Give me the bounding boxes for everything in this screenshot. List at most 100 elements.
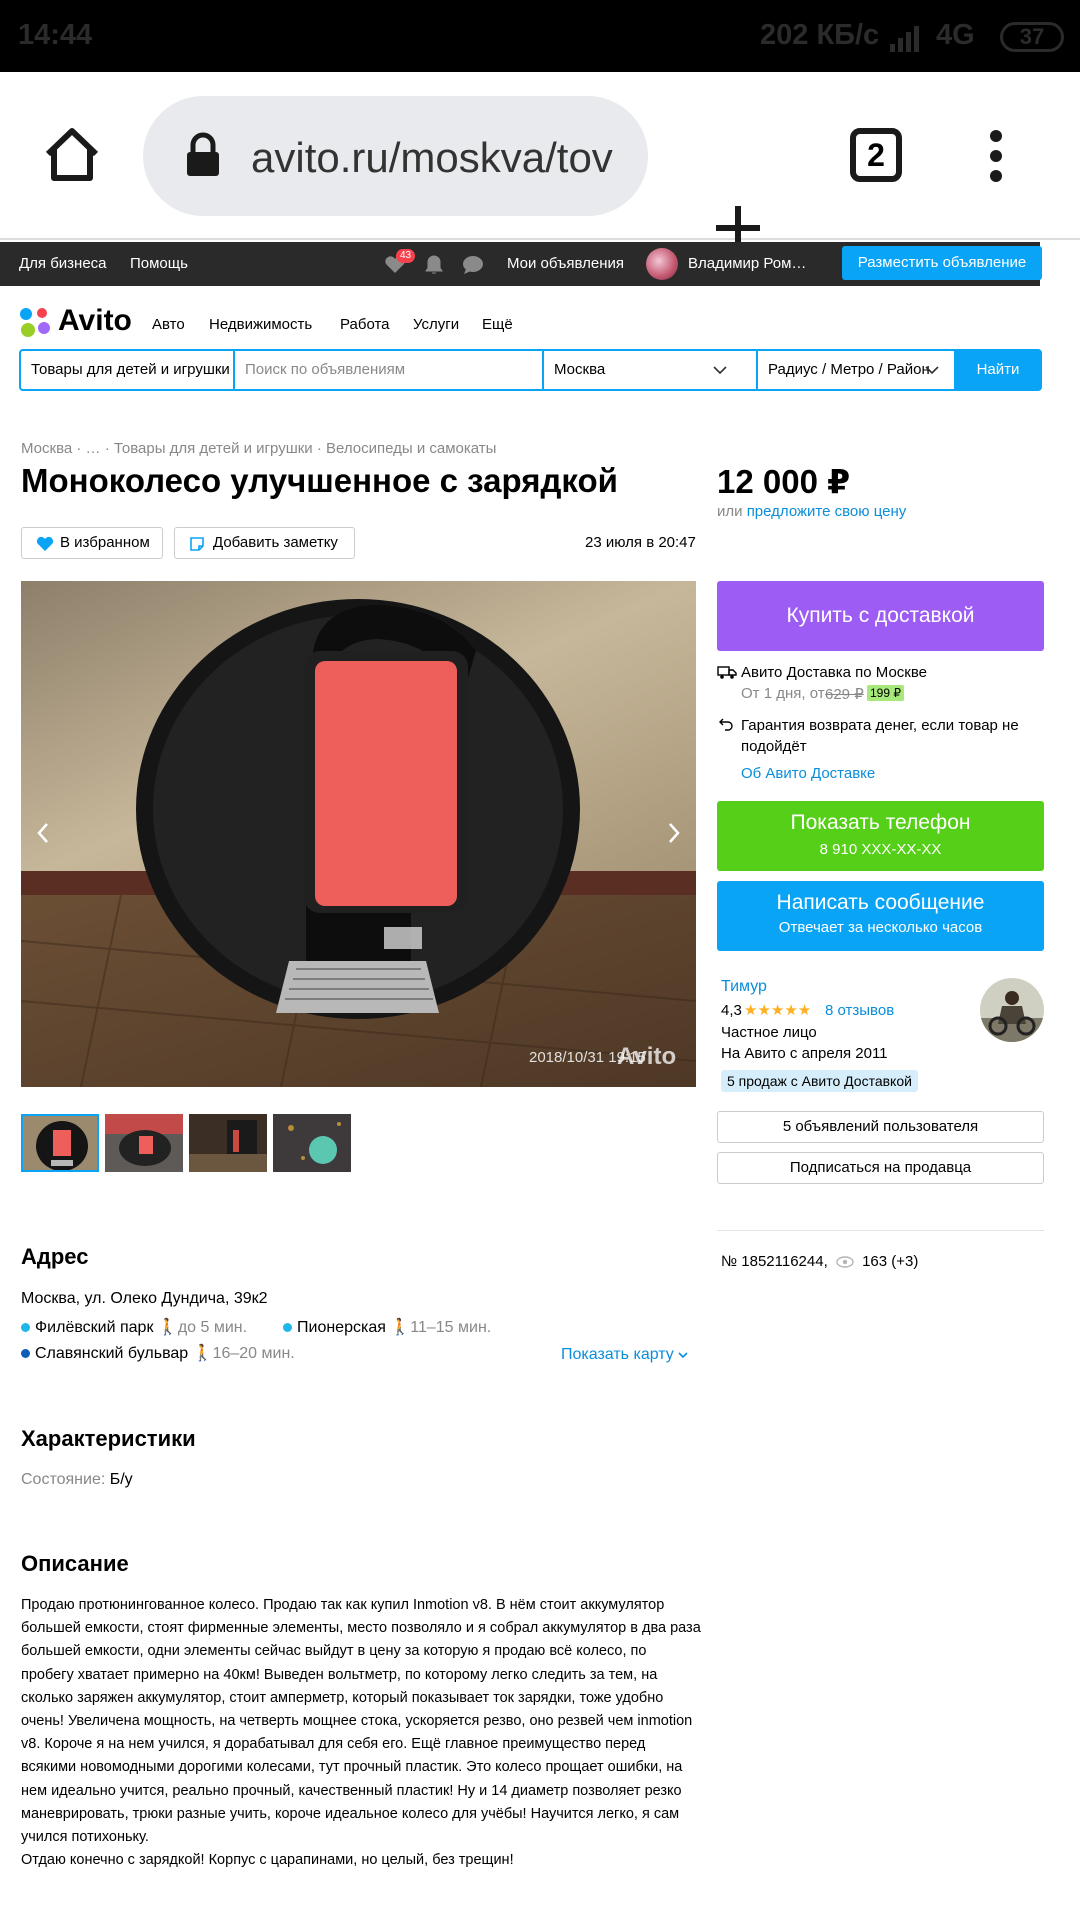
tab-switcher-button[interactable]: 2 [850,128,902,182]
seller-reviews-link[interactable]: 8 отзывов [825,1002,894,1019]
photo-thumbnail[interactable] [189,1114,267,1172]
signal-icon [890,26,919,52]
menu-icon[interactable] [984,128,1008,184]
seller-avatar[interactable] [980,978,1044,1042]
show-map-link[interactable]: Показать карту [561,1346,688,1364]
for-business-link[interactable]: Для бизнеса [19,255,107,272]
metro-time: 16–20 мин. [212,1345,295,1362]
chat-icon[interactable] [462,255,484,275]
favorites-badge: 43 [396,249,416,263]
walk-icon: 🚶 [390,1319,411,1336]
browser-toolbar: avito.ru/moskva/tov 2 [0,72,1080,250]
metro-line-dot [21,1349,30,1359]
seller-rating: 4,3 [721,1002,742,1019]
response-time: Отвечает за несколько часов [778,919,983,936]
nav-link-jobs[interactable]: Работа [340,316,390,333]
offer-price-line: или предложите свою цену [717,503,906,520]
next-photo-icon[interactable] [666,821,682,845]
add-note-label: Добавить заметку [213,534,338,551]
nav-link-auto[interactable]: Авто [152,316,185,333]
metro-station: Пионерская 🚶11–15 мин. [283,1317,491,1337]
find-button[interactable]: Найти [954,349,1042,391]
views-count: 163 (+3) [862,1253,919,1270]
breadcrumb[interactable]: Москва · … · Товары для детей и игрушки … [21,440,496,457]
delivery-new-price: 199 ₽ [867,685,904,701]
delivery-title: Авито Доставка по Москве [741,664,927,681]
description-paragraph: Продаю протюнингованное колесо. Продаю т… [21,1597,701,1846]
user-name[interactable]: Владимир Ром… [688,255,806,272]
eye-icon [836,1256,854,1268]
metro-line-dot [21,1323,30,1333]
truck-icon [717,666,737,679]
avito-logo-icon[interactable] [18,306,54,338]
chevron-down-icon [713,366,727,375]
offer-or: или [717,503,743,520]
category-select[interactable]: Товары для детей и игрушки [21,351,235,389]
spec-label: Состояние: [21,1471,106,1488]
status-time: 14:44 [18,19,93,51]
seller-name[interactable]: Тимур [721,978,767,996]
address-text: Москва, ул. Олеко Дундича, 39к2 [21,1290,268,1307]
photo-thumbnail[interactable] [105,1114,183,1172]
rating-stars-icon: ★★★★★ [744,1002,812,1019]
metro-line-dot [283,1323,292,1333]
about-delivery-link[interactable]: Об Авито Доставке [741,765,875,782]
metro-time: 11–15 мин. [410,1319,492,1336]
show-map-label: Показать карту [561,1346,674,1363]
show-phone-label: Показать телефон [790,811,971,834]
thumbnail-image [273,1114,351,1172]
guarantee-text: Гарантия возврата денег, если товар не п… [741,717,1019,755]
home-icon[interactable] [42,126,102,184]
avatar[interactable] [646,248,678,280]
search-input[interactable]: Поиск по объявлениям [235,351,544,389]
price: 12 000 ₽ [717,463,851,500]
post-ad-button[interactable]: Разместить объявление [842,246,1042,280]
thumbnail-image [105,1114,183,1172]
favorite-button[interactable]: В избранном [21,527,163,559]
thumbnail-image [189,1114,267,1172]
radius-value: Радиус / Метро / Район [768,361,930,378]
status-bar: 14:44 202 КБ/с 4G 37 [0,0,1080,72]
photo-thumbnail[interactable] [273,1114,351,1172]
buy-with-delivery-button[interactable]: Купить с доставкой [717,581,1044,651]
seller-avatar-image [980,978,1044,1042]
write-message-label: Написать сообщение [776,891,985,914]
url-bar[interactable]: avito.ru/moskva/tov [143,96,648,216]
nav-link-services[interactable]: Услуги [413,316,459,333]
avito-topbar: Для бизнеса Помощь 43 Мои объявления Вла… [0,242,1042,286]
page-title: Моноколесо улучшенное с зарядкой [21,462,618,499]
nav-link-more[interactable]: Ещё [482,316,513,333]
my-ads-link[interactable]: Мои объявления [507,255,624,272]
ad-meta: № 1852116244, 163 (+3) [721,1253,918,1270]
note-icon [190,537,204,551]
lock-icon [187,132,219,176]
search-bar: Товары для детей и игрушки Поиск по объя… [19,349,1042,391]
address-heading: Адрес [21,1244,89,1269]
spec-row: Состояние: Б/у [21,1471,133,1489]
url-text: avito.ru/moskva/tov [251,134,613,181]
avito-logo-text[interactable]: Avito [58,304,132,338]
prev-photo-icon[interactable] [35,821,51,845]
network-type: 4G [936,19,975,51]
chevron-down-icon [678,1352,688,1359]
ad-number: № 1852116244, [721,1253,828,1270]
help-link[interactable]: Помощь [130,255,188,272]
metro-station: Филёвский парк 🚶до 5 мин. [21,1317,247,1337]
nav-link-realty[interactable]: Недвижимость [209,316,312,333]
delivery-old-price: 629 ₽ [825,686,864,703]
photo-thumbnail[interactable] [21,1114,99,1172]
write-message-button[interactable]: Написать сообщение Отвечает за несколько… [717,881,1044,951]
bell-icon[interactable] [424,254,444,276]
show-phone-button[interactable]: Показать телефон 8 910 XXX-XX-XX [717,801,1044,871]
user-ads-button[interactable]: 5 объявлений пользователя [717,1111,1044,1143]
heart-icon [36,536,54,551]
description-paragraph: Отдаю конечно с зарядкой! Корпус с царап… [21,1852,514,1869]
spec-value: Б/у [109,1471,133,1488]
subscribe-seller-button[interactable]: Подписаться на продавца [717,1152,1044,1184]
main-nav: Avito Авто Недвижимость Работа Услуги Ещ… [18,302,1018,342]
offer-price-link[interactable]: предложите свою цену [747,503,907,520]
add-note-button[interactable]: Добавить заметку [174,527,355,559]
unicycle-photo [21,581,696,1087]
main-photo[interactable]: 2018/10/31 19:15 Avito [21,581,696,1087]
thumbnail-image [23,1116,97,1170]
